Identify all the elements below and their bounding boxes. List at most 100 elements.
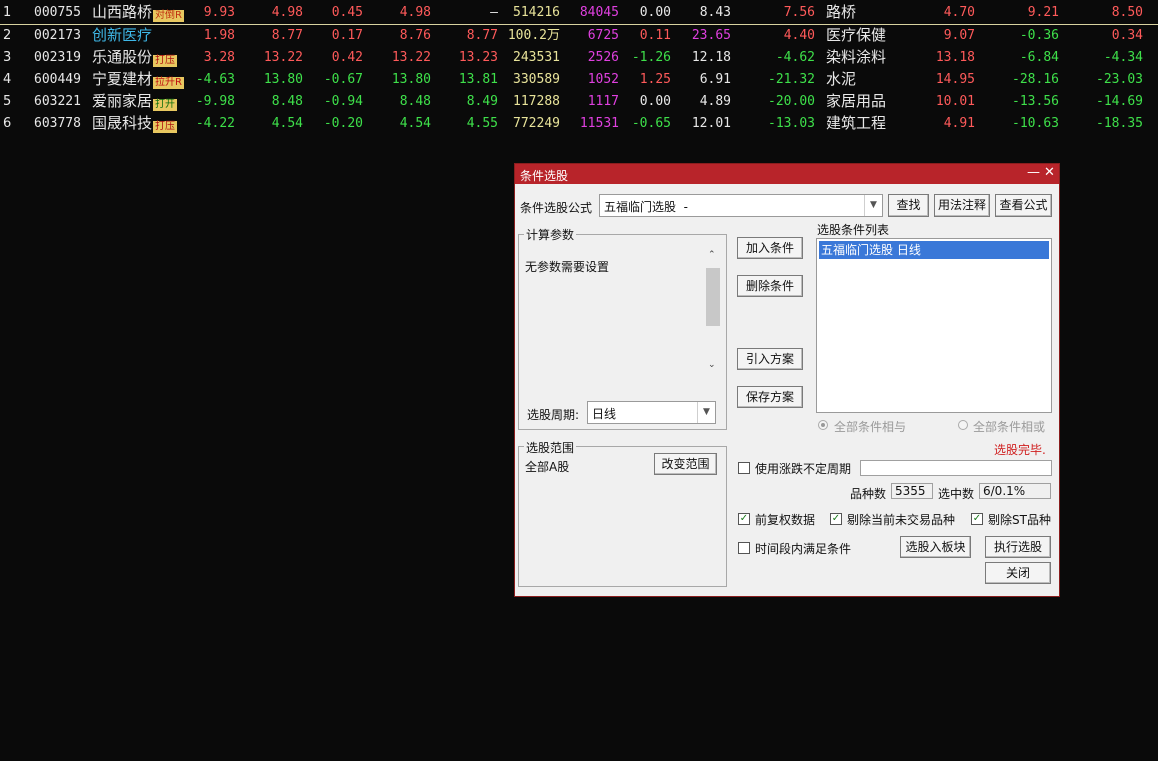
list-item[interactable]: 五福临门选股 日线: [819, 241, 1049, 259]
table-row[interactable]: 6 603778 国晟科技 打压 -4.22 4.54 -0.20 4.54 4.55 77224…: [0, 113, 1158, 135]
cell-c2: 13.22: [263, 50, 303, 65]
exclude-st-checkbox[interactable]: ✓: [971, 513, 983, 525]
cell-c9: 23.65: [691, 28, 731, 43]
cell-c5: —: [490, 5, 498, 20]
period-input[interactable]: [860, 460, 1052, 476]
scroll-up-icon[interactable]: ⌃: [708, 250, 716, 260]
cell-c2: 4.54: [271, 116, 303, 131]
cell-c10: -13.03: [768, 116, 815, 131]
table-row[interactable]: 5 603221 爱丽家居 打开 -9.98 8.48 -0.94 8.48 8.49 11728…: [0, 91, 1158, 113]
condition-stock-dialog: 条件选股 — ✕ 条件选股公式 五福临门选股 - ▼ 查找 用法注释 查看公式 …: [514, 163, 1060, 597]
cell-c5: 13.81: [458, 72, 498, 87]
find-button[interactable]: 查找: [888, 194, 929, 217]
to-block-button[interactable]: 选股入板块: [900, 536, 971, 558]
cell-c7: 1117: [587, 94, 619, 109]
cell-c10: -21.32: [768, 72, 815, 87]
delete-condition-button[interactable]: 删除条件: [737, 275, 803, 297]
stock-name: 山西路桥: [92, 3, 153, 21]
row-index: 4: [3, 72, 12, 87]
cell-c12: -10.63: [1012, 116, 1059, 131]
fq-checkbox[interactable]: ✓: [738, 513, 750, 525]
cell-c8: 1.25: [639, 72, 671, 87]
signal-badge: 拉升R: [153, 77, 184, 89]
cell-c3: 0.42: [331, 50, 363, 65]
cell-c3: 0.17: [331, 28, 363, 43]
change-range-button[interactable]: 改变范围: [654, 453, 717, 475]
cell-c1: 1.98: [203, 28, 235, 43]
cell-c13: -23.03: [1096, 72, 1143, 87]
params-scrollbar[interactable]: ⌃ ⌄: [705, 248, 721, 376]
table-row[interactable]: 2 002173 创新医疗 1.98 8.77 0.17 8.76 8.77 100.2万 672…: [0, 25, 1158, 47]
cell-c12: -28.16: [1012, 72, 1059, 87]
industry-name: 建筑工程: [826, 114, 887, 132]
cell-c9: 12.18: [691, 50, 731, 65]
scroll-thumb[interactable]: [706, 268, 720, 326]
table-row[interactable]: 3 002319 乐通股份 打压 3.28 13.22 0.42 13.22 13.23 2435…: [0, 47, 1158, 69]
cell-c2: 13.80: [263, 72, 303, 87]
scroll-down-icon[interactable]: ⌄: [708, 360, 716, 370]
cell-c7: 84045: [579, 5, 619, 20]
cell-c11: 9.07: [943, 28, 975, 43]
cell-c5: 4.55: [466, 116, 498, 131]
cell-c1: 9.93: [203, 5, 235, 20]
cell-c2: 4.98: [271, 5, 303, 20]
cell-c6: 330589: [513, 72, 560, 87]
run-select-button[interactable]: 执行选股: [985, 536, 1051, 558]
radio-and[interactable]: [818, 420, 828, 430]
cell-c11: 10.01: [935, 94, 975, 109]
industry-name: 染料涂料: [826, 48, 887, 66]
cell-c9: 12.01: [691, 116, 731, 131]
cell-c13: 8.50: [1111, 5, 1143, 20]
time-cond-checkbox[interactable]: [738, 542, 750, 554]
cell-c10: 7.56: [783, 5, 815, 20]
cell-c11: 4.91: [943, 116, 975, 131]
cell-c13: -14.69: [1096, 94, 1143, 109]
cell-c3: 0.45: [331, 5, 363, 20]
cell-c9: 6.91: [699, 72, 731, 87]
use-period-checkbox[interactable]: [738, 462, 750, 474]
cell-c7: 6725: [587, 28, 619, 43]
exclude-today-checkbox[interactable]: ✓: [830, 513, 842, 525]
close-icon[interactable]: ✕: [1044, 165, 1055, 180]
import-plan-button[interactable]: 引入方案: [737, 348, 803, 370]
stock-code: 603221: [34, 94, 81, 109]
radio-or[interactable]: [958, 420, 968, 430]
cell-c4: 13.22: [391, 50, 431, 65]
condition-list-title: 选股条件列表: [817, 223, 890, 237]
chevron-down-icon[interactable]: ▼: [864, 195, 882, 216]
formula-select[interactable]: 五福临门选股 - ▼: [599, 194, 883, 217]
cell-c9: 8.43: [699, 5, 731, 20]
close-button[interactable]: 关闭: [985, 562, 1051, 584]
stock-code: 603778: [34, 116, 81, 131]
signal-badge: 打压: [153, 121, 177, 133]
usage-notes-button[interactable]: 用法注释: [934, 194, 990, 217]
cell-c3: -0.20: [323, 116, 363, 131]
cell-c10: -4.62: [775, 50, 815, 65]
formula-label: 条件选股公式: [520, 201, 593, 215]
cell-c1: -4.63: [195, 72, 235, 87]
cell-c12: -0.36: [1019, 28, 1059, 43]
add-condition-button[interactable]: 加入条件: [737, 237, 803, 259]
cell-c4: 13.80: [391, 72, 431, 87]
industry-name: 家居用品: [826, 92, 887, 110]
cell-c8: 0.00: [639, 94, 671, 109]
period-select[interactable]: 日线 ▼: [587, 401, 716, 424]
view-formula-button[interactable]: 查看公式: [995, 194, 1052, 217]
cell-c13: -4.34: [1103, 50, 1143, 65]
chevron-down-icon[interactable]: ▼: [697, 402, 715, 423]
stock-table: 1 000755 山西路桥 对倒R 9.93 4.98 0.45 4.98 — 514216 840…: [0, 2, 1158, 135]
cell-c12: -6.84: [1019, 50, 1059, 65]
dialog-titlebar[interactable]: 条件选股 — ✕: [515, 164, 1059, 184]
row-index: 3: [3, 50, 12, 65]
table-row[interactable]: 1 000755 山西路桥 对倒R 9.93 4.98 0.45 4.98 — 514216 840…: [0, 2, 1158, 25]
cell-c8: 0.00: [639, 5, 671, 20]
minimize-icon[interactable]: —: [1027, 165, 1040, 180]
industry-name: 医疗保健: [826, 26, 887, 44]
exclude-st-label: 剔除ST品种: [988, 513, 1051, 527]
stock-code: 002319: [34, 50, 81, 65]
table-row[interactable]: 4 600449 宁夏建材 拉升R -4.63 13.80 -0.67 13.80 13.81 3…: [0, 69, 1158, 91]
industry-name: 路桥: [826, 3, 857, 21]
cell-c13: 0.34: [1111, 28, 1143, 43]
save-plan-button[interactable]: 保存方案: [737, 386, 803, 408]
condition-list[interactable]: 五福临门选股 日线: [816, 238, 1052, 413]
